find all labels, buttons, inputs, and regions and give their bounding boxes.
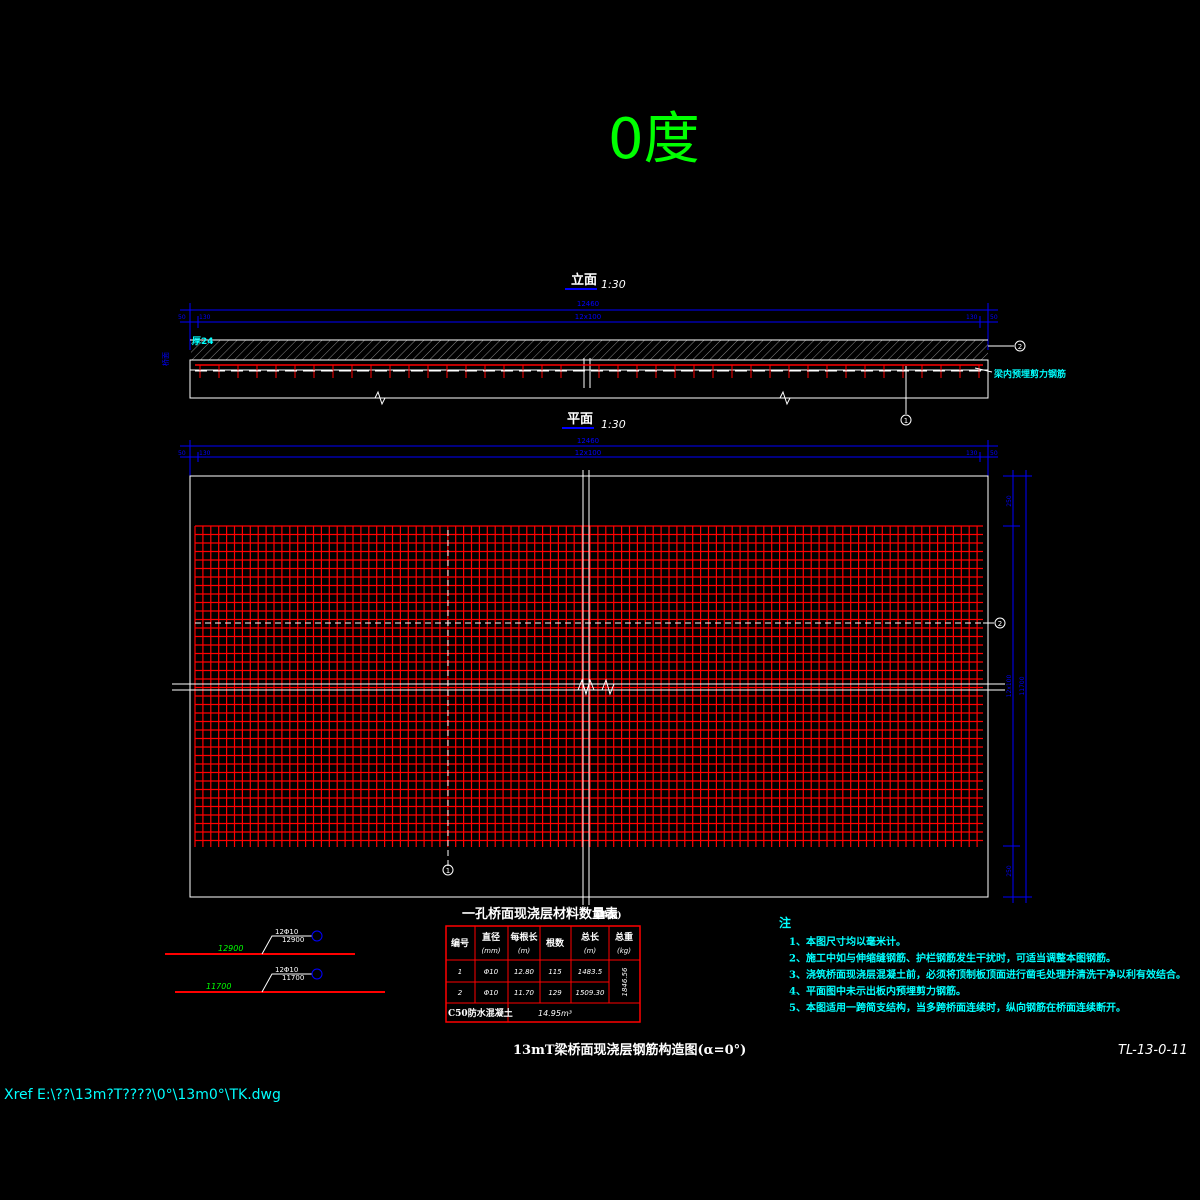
note-item: 2、施工中如与伸缩缝钢筋、护栏钢筋发生干扰时，可适当调整本图钢筋。 xyxy=(789,952,1116,965)
elev-dim-right2: 130 xyxy=(966,314,978,321)
plan-dim-left: 50 xyxy=(178,450,186,457)
plan-marker-1: 1 xyxy=(446,867,450,875)
elevation-label: 立面 xyxy=(571,272,597,288)
plan-dim-v-mid2: 11700 xyxy=(1019,676,1026,695)
elev-rebar-note: 梁内预埋剪力钢筋 xyxy=(993,368,1066,380)
table-header-cell: 每根长 xyxy=(510,931,538,943)
table-header-cell: 直径 xyxy=(482,931,500,943)
plan-marker-2: 2 xyxy=(998,620,1002,628)
elev-thickness-label: 厚24 xyxy=(192,336,214,347)
table-cell: 11.70 xyxy=(514,989,535,997)
plan-dim-total: 12460 xyxy=(577,437,599,445)
plan-dim-left2: 130 xyxy=(199,450,211,457)
table-cell: 2 xyxy=(458,989,463,997)
xref-path: Xref E:\??\13m?T????\0°\13m0°\TK.dwg xyxy=(4,1087,281,1103)
note-item: 3、浇筑桥面现浇层混凝土前，必须将顶制板顶面进行凿毛处理并清洗干净以利有效结合。 xyxy=(789,968,1186,981)
drawing-number: TL-13-0-11 xyxy=(1118,1043,1188,1058)
plan-dim-right2: 130 xyxy=(966,450,978,457)
drawing-title: 13mT梁桥面现浇层钢筋构造图(α=0°) xyxy=(513,1042,746,1058)
bar1-text-a: 12Φ10 xyxy=(275,966,298,974)
bar1-length: 11700 xyxy=(206,982,231,991)
table-cell: 12.80 xyxy=(514,968,535,976)
material-table: 一孔桥面现浇层材料数量表 (单幅) 编号直径(mm)每根长(m)根数总长(m)总… xyxy=(445,906,641,1023)
table-cell: 1509.30 xyxy=(576,989,605,997)
table-header-cell: 编号 xyxy=(451,937,469,949)
bar1-text-b: 11700 xyxy=(282,974,304,982)
bar-details: 12900 12Φ10 12900 11700 12Φ10 11700 xyxy=(165,928,385,993)
table-cell: 129 xyxy=(548,989,562,997)
bar2-text-b: 12900 xyxy=(282,936,304,944)
notes: 注 1、本图尺寸均以毫米计。 2、施工中如与伸缩缝钢筋、护栏钢筋发生干扰时，可适当… xyxy=(779,915,1186,1014)
elev-dim-left: 50 xyxy=(178,314,186,321)
table-header-cell: 总长 xyxy=(581,931,600,943)
elevation-scale: 1:30 xyxy=(601,278,626,291)
bar2-length: 12900 xyxy=(218,944,243,953)
table-header-unit: (m) xyxy=(518,947,531,955)
note-item: 4、平面图中未示出板内预埋剪力钢筋。 xyxy=(789,985,966,998)
plan-dim-mid: 12x100 xyxy=(575,449,601,457)
plan-dim-v-top: 250 xyxy=(1006,495,1013,507)
elevation-view: 立面 1:30 12460 12x100 50 130 130 50 厚24 桥… xyxy=(161,272,1066,426)
table-header-unit: (m) xyxy=(584,947,597,955)
plan-view: 平面 1:30 12460 12x100 50 130 130 50 2 1 2… xyxy=(172,412,1032,905)
elev-marker-1: 1 xyxy=(904,417,908,425)
elev-side-label: 桥面 xyxy=(161,352,170,366)
note-item: 5、本图适用一跨简支结构，当多跨桥面连续时，纵向钢筋在桥面连续断开。 xyxy=(789,1001,1126,1014)
elev-dim-total: 12460 xyxy=(577,300,599,308)
table-cell: 1 xyxy=(458,968,462,976)
plan-label: 平面 xyxy=(567,412,593,427)
table-cell: 1483.5 xyxy=(578,968,603,976)
table-title-note: (单幅) xyxy=(595,909,622,921)
elev-dim-left2: 130 xyxy=(199,314,211,321)
table-concrete-value: 14.95m³ xyxy=(538,1009,572,1018)
plan-dim-v-mid: 12x100 xyxy=(1006,675,1013,698)
table-cell: Φ10 xyxy=(484,968,499,976)
table-header-unit: (kg) xyxy=(617,947,631,955)
sheet-title: 0度 xyxy=(608,107,700,172)
plan-dim-right: 50 xyxy=(990,450,998,457)
drawing-canvas: 0度 立面 1:30 12460 12x100 50 130 130 50 厚2… xyxy=(4,107,1188,1103)
table-header-cell: 总重 xyxy=(615,931,633,943)
elev-marker-2: 2 xyxy=(1018,343,1022,351)
plan-dim-v-bot: 250 xyxy=(1006,865,1013,877)
elev-dim-right: 50 xyxy=(990,314,998,321)
table-concrete-label: C50防水混凝土 xyxy=(448,1007,513,1019)
notes-list: 1、本图尺寸均以毫米计。 2、施工中如与伸缩缝钢筋、护栏钢筋发生干扰时，可适当调整… xyxy=(789,935,1186,1014)
table-total-weight: 1846.56 xyxy=(621,967,629,996)
table-cell: Φ10 xyxy=(484,989,499,997)
table-cell: 115 xyxy=(548,968,562,976)
elev-dim-mid: 12x100 xyxy=(575,313,601,321)
table-header-unit: (mm) xyxy=(481,947,500,955)
bar2-text-a: 12Φ10 xyxy=(275,928,298,936)
plan-scale: 1:30 xyxy=(601,418,626,431)
notes-heading: 注 xyxy=(779,915,791,930)
note-item: 1、本图尺寸均以毫米计。 xyxy=(789,935,906,948)
table-header-cell: 根数 xyxy=(546,937,565,949)
table-header-row: 编号 直径 (mm) 每根长 (m) 根数 总长 (m) 总重 (kg) xyxy=(451,931,633,955)
